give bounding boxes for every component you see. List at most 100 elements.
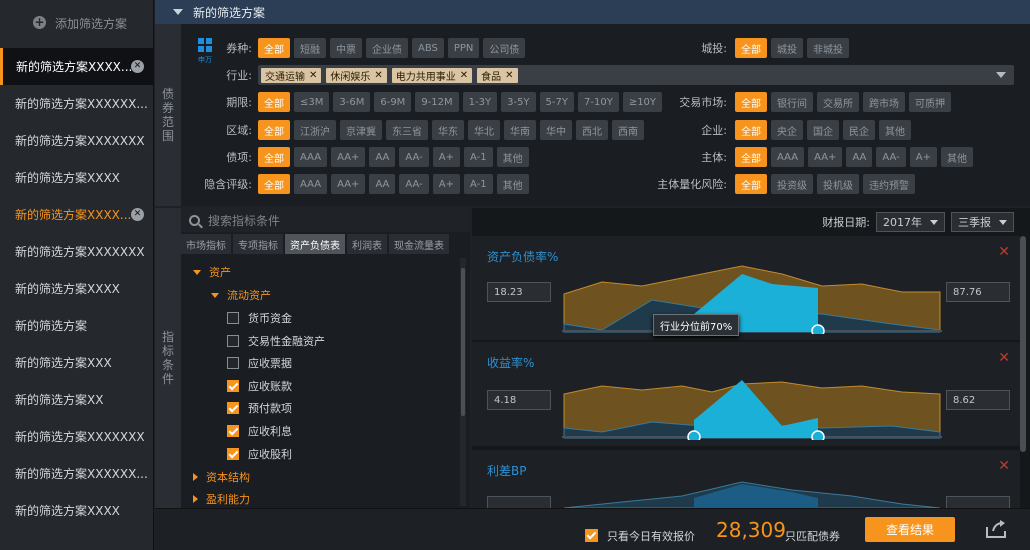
scheme-list-item[interactable]: 新的筛选方案XX bbox=[0, 381, 154, 418]
tree-item-indicator[interactable]: 预付款项 bbox=[227, 400, 292, 416]
close-circle-icon[interactable]: ✕ bbox=[131, 60, 144, 73]
filter-chip[interactable]: 其他 bbox=[879, 120, 911, 140]
filter-chip[interactable]: 公司债 bbox=[483, 38, 526, 58]
collapsed-triangle-icon[interactable] bbox=[193, 495, 198, 503]
industry-tag[interactable]: 休闲娱乐 ✕ bbox=[326, 67, 387, 83]
tree-item-indicator[interactable]: 交易性金融资产 bbox=[227, 333, 325, 349]
filter-chip[interactable]: 全部 bbox=[258, 147, 290, 167]
filter-chip[interactable]: 华北 bbox=[468, 120, 500, 140]
close-circle-icon[interactable]: ✕ bbox=[131, 208, 144, 221]
min-input[interactable]: 4.18 bbox=[487, 390, 551, 410]
indicator-checkbox[interactable] bbox=[227, 334, 239, 347]
expanded-triangle-icon[interactable] bbox=[193, 269, 201, 275]
scheme-list-item[interactable]: 新的筛选方案XXXX bbox=[0, 270, 154, 307]
indicator-checkbox[interactable] bbox=[227, 425, 239, 437]
expanded-triangle-icon[interactable] bbox=[211, 292, 219, 298]
filter-chip[interactable]: 交易所 bbox=[817, 92, 859, 112]
view-results-button[interactable]: 查看结果 bbox=[865, 517, 955, 542]
scheme-list-item[interactable]: 新的筛选方案XXXXXXX bbox=[0, 122, 154, 159]
filter-chip[interactable]: 违约预警 bbox=[863, 174, 915, 194]
filter-chip[interactable]: 全部 bbox=[258, 174, 290, 194]
add-scheme-button[interactable]: + 添加筛选方案 bbox=[0, 0, 154, 46]
filter-chip[interactable]: 银行间 bbox=[771, 92, 813, 112]
filter-chip[interactable]: 东三省 bbox=[386, 120, 428, 140]
filter-chip[interactable]: ≤3M bbox=[294, 92, 330, 112]
collapse-triangle-icon[interactable] bbox=[173, 9, 183, 15]
tree-scrollbar[interactable] bbox=[460, 258, 466, 506]
filter-chip[interactable]: 华南 bbox=[504, 120, 536, 140]
filter-chip[interactable]: A-1 bbox=[464, 147, 493, 167]
scheme-list-item[interactable]: 新的筛选方案XXX bbox=[0, 344, 154, 381]
close-icon[interactable]: ✕ bbox=[998, 458, 1010, 474]
industry-tag[interactable]: 电力共用事业 ✕ bbox=[391, 67, 473, 83]
filter-chip[interactable]: 华东 bbox=[432, 120, 464, 140]
filter-chip[interactable]: 跨市场 bbox=[863, 92, 905, 112]
filter-chip[interactable]: A+ bbox=[432, 174, 460, 194]
indicator-search[interactable]: 搜索指标条件 bbox=[181, 208, 470, 232]
scheme-list-item[interactable]: 新的筛选方案XXXX bbox=[0, 159, 154, 196]
filter-chip[interactable]: AA- bbox=[399, 174, 429, 194]
tree-item-indicator[interactable]: 应收票据 bbox=[227, 355, 292, 371]
filter-chip[interactable]: A-1 bbox=[464, 174, 493, 194]
filter-chip[interactable]: AAA bbox=[771, 147, 805, 167]
filter-chip[interactable]: 全部 bbox=[735, 92, 767, 112]
scheme-list-item[interactable]: 新的筛选方案XXXX bbox=[0, 492, 154, 529]
filter-chip[interactable]: 华中 bbox=[540, 120, 572, 140]
filter-chip[interactable]: 投资级 bbox=[771, 174, 813, 194]
filter-chip[interactable]: AA- bbox=[399, 147, 429, 167]
filter-chip[interactable]: 3-5Y bbox=[501, 92, 536, 112]
remove-tag-icon[interactable]: ✕ bbox=[505, 70, 513, 81]
scheme-list-item[interactable]: 新的筛选方案XXXXXXX bbox=[0, 233, 154, 270]
filter-chip[interactable]: AA- bbox=[876, 147, 906, 167]
filter-chip[interactable]: 可质押 bbox=[909, 92, 951, 112]
scheme-list-item[interactable]: 新的筛选方案XXXXXXX bbox=[0, 418, 154, 455]
filter-chip[interactable]: 全部 bbox=[258, 38, 290, 58]
filter-chip[interactable]: PPN bbox=[447, 38, 480, 58]
scheme-list-item[interactable]: 新的筛选方案XXXXXX... bbox=[0, 455, 154, 492]
scheme-list-item[interactable]: 新的筛选方案 bbox=[0, 307, 154, 344]
scheme-list-item[interactable]: 新的筛选方案XXXXXX... bbox=[0, 85, 154, 122]
filter-chip[interactable]: AAA bbox=[294, 174, 328, 194]
close-icon[interactable]: ✕ bbox=[998, 350, 1010, 366]
filter-chip[interactable]: 其他 bbox=[496, 147, 529, 167]
filter-chip[interactable]: 全部 bbox=[735, 38, 767, 58]
filter-chip[interactable]: ABS bbox=[412, 38, 444, 58]
industry-tag[interactable]: 交通运输 ✕ bbox=[261, 67, 322, 83]
filter-chip[interactable]: AA+ bbox=[808, 147, 843, 167]
close-icon[interactable]: ✕ bbox=[998, 244, 1010, 260]
indicator-checkbox[interactable] bbox=[227, 402, 239, 415]
tree-item-indicator[interactable]: 货币资金 bbox=[227, 310, 292, 326]
tree-item-indicator[interactable]: 应收利息 bbox=[227, 423, 292, 439]
filter-chip[interactable]: 7-10Y bbox=[578, 92, 619, 112]
indicator-tab[interactable]: 专项指标 bbox=[233, 234, 283, 254]
filter-chip[interactable]: AA bbox=[846, 147, 873, 167]
filter-chip[interactable]: 1-3Y bbox=[462, 92, 498, 112]
filter-chip[interactable]: 企业债 bbox=[366, 38, 408, 58]
collapsed-triangle-icon[interactable] bbox=[193, 473, 198, 481]
filter-chip[interactable]: 全部 bbox=[258, 92, 290, 112]
remove-tag-icon[interactable]: ✕ bbox=[374, 70, 382, 81]
indicator-checkbox[interactable] bbox=[227, 379, 239, 392]
export-share-icon[interactable] bbox=[985, 519, 1009, 539]
filter-chip[interactable]: 非城投 bbox=[807, 38, 849, 58]
filter-chip[interactable]: 全部 bbox=[735, 147, 767, 167]
filter-chip[interactable]: AA bbox=[369, 174, 396, 194]
season-select[interactable]: 三季报 bbox=[951, 212, 1014, 232]
filter-chip[interactable]: AA+ bbox=[331, 147, 366, 167]
filter-chip[interactable]: 全部 bbox=[735, 120, 767, 140]
filter-chip[interactable]: A+ bbox=[432, 147, 460, 167]
filter-chip[interactable]: 6-9M bbox=[374, 92, 412, 112]
search-input[interactable]: 搜索指标条件 bbox=[208, 212, 280, 229]
charts-scrollbar[interactable] bbox=[1020, 236, 1026, 452]
tree-item-indicator[interactable]: 应收账款 bbox=[227, 378, 292, 394]
industry-tag[interactable]: 食品 ✕ bbox=[477, 67, 518, 83]
filter-chip[interactable]: 其他 bbox=[496, 174, 529, 194]
filter-chip[interactable]: 城投 bbox=[771, 38, 803, 58]
indicator-checkbox[interactable] bbox=[227, 312, 239, 324]
filter-chip[interactable]: AA+ bbox=[331, 174, 366, 194]
indicator-tab[interactable]: 资产负债表 bbox=[285, 234, 345, 254]
tree-node-capital-structure[interactable]: 资本结构 bbox=[193, 469, 250, 485]
filter-chip[interactable]: 9-12M bbox=[415, 92, 459, 112]
filter-chip[interactable]: 西北 bbox=[576, 120, 608, 140]
filter-chip[interactable]: 全部 bbox=[735, 174, 767, 194]
